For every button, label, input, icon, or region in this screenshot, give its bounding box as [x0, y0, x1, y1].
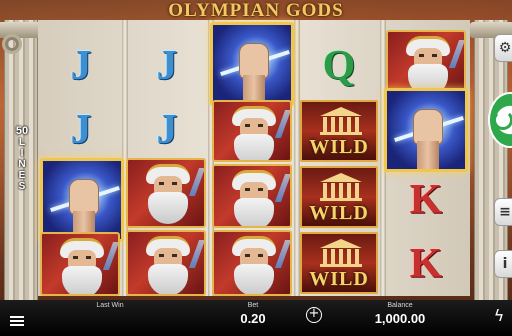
gear-icon: ⚙	[498, 40, 512, 56]
spin-icon	[493, 110, 512, 130]
wild-symbol: WILD	[300, 100, 378, 162]
temple-icon	[320, 173, 362, 201]
bet-label: Bet	[247, 302, 259, 309]
last-win-label: Last Win	[96, 302, 124, 309]
zeus-symbol	[212, 164, 292, 228]
fist-icon	[413, 109, 443, 145]
symbol-k: K	[409, 241, 443, 287]
symbol-j: J	[156, 43, 178, 89]
wild-symbol: WILD	[300, 232, 378, 294]
info-icon: i	[502, 256, 508, 272]
lines-count: 50	[15, 125, 29, 137]
info-button[interactable]: i	[494, 250, 512, 278]
settings-button[interactable]: ⚙	[494, 34, 512, 62]
balance-value: 1,000.00	[374, 311, 426, 326]
bet-value: 0.20	[240, 311, 266, 326]
wild-symbol: WILD	[300, 166, 378, 228]
zeus-symbol	[126, 230, 206, 296]
zeus-symbol	[126, 158, 206, 228]
game-title: OLYMPIAN GODS	[168, 0, 344, 21]
zeus-symbol	[212, 100, 292, 162]
autoplay-button[interactable]: ≡	[494, 198, 512, 226]
bet-display[interactable]: Bet 0.20	[228, 302, 278, 326]
temple-icon	[320, 239, 362, 267]
fist-icon	[69, 179, 99, 215]
zeus-fist-symbol	[210, 22, 294, 106]
symbol-k: K	[409, 177, 443, 223]
balance-label: Balance	[387, 302, 413, 309]
zeus-fist-symbol	[40, 158, 124, 242]
balance-display: Balance 1,000.00	[364, 302, 436, 326]
bet-increase-button[interactable]: +	[306, 307, 322, 323]
symbol-j: J	[70, 107, 92, 153]
zeus-fist-symbol	[384, 88, 468, 172]
symbol-j: J	[70, 43, 92, 89]
zeus-symbol	[212, 230, 292, 296]
turbo-lightning-icon[interactable]: ϟ	[492, 306, 506, 326]
menu-icon[interactable]	[10, 316, 24, 326]
fist-icon	[239, 43, 269, 79]
symbol-j: J	[156, 107, 178, 153]
symbol-q: Q	[322, 43, 356, 89]
temple-icon	[320, 107, 362, 135]
last-win-display: Last Win	[80, 302, 140, 311]
zeus-symbol	[386, 30, 466, 94]
coin-stack-icon: ≡	[499, 204, 511, 220]
lines-indicator: 50 L I N E S	[12, 125, 32, 193]
lines-word: L I N E S	[18, 137, 26, 192]
scroll-ornament-icon	[2, 34, 22, 54]
zeus-symbol	[40, 232, 120, 296]
